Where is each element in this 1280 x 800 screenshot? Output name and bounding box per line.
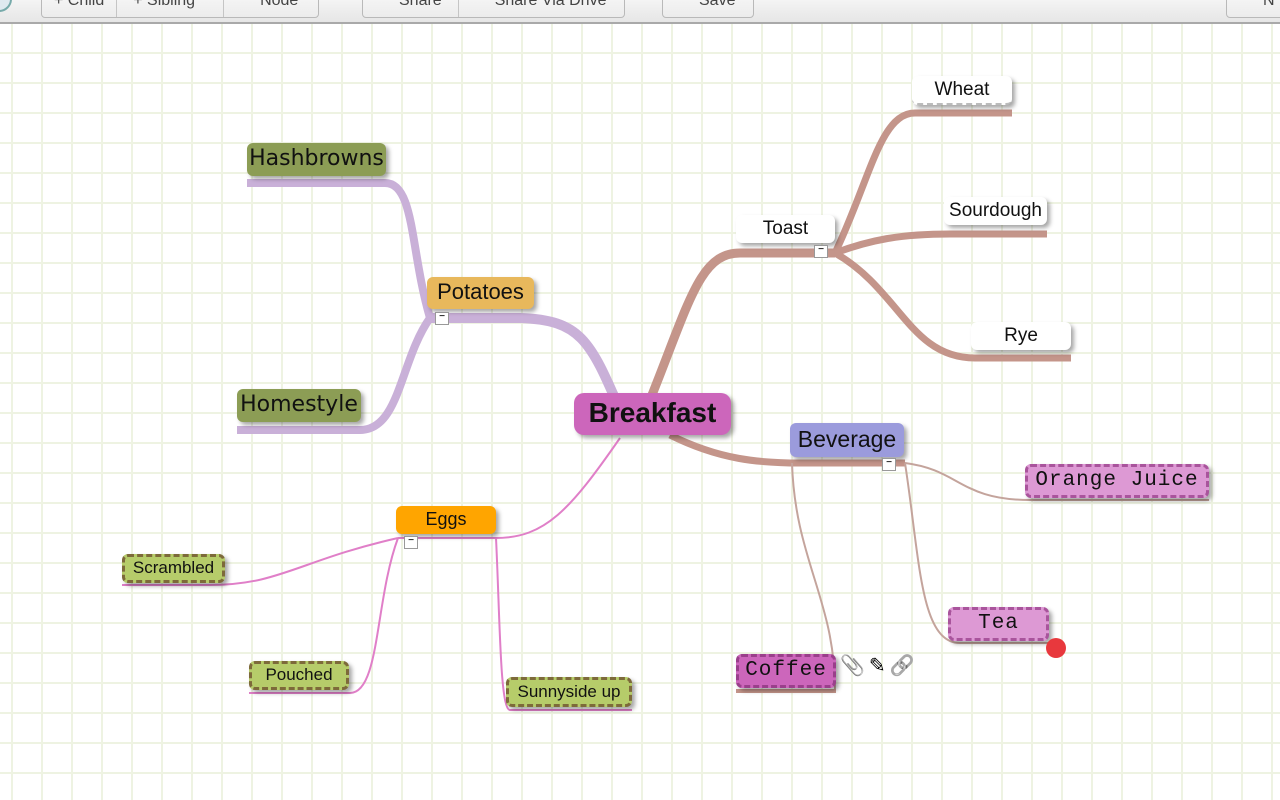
node-wheat[interactable]: Wheat (912, 76, 1012, 105)
node-potatoes[interactable]: Potatoes (427, 277, 534, 309)
coffee-underline (736, 689, 836, 693)
attachment-icon[interactable]: 📎 (840, 655, 865, 677)
node-sourdough[interactable]: Sourdough (944, 197, 1047, 225)
node-breakfast[interactable]: Breakfast (574, 393, 731, 435)
node-rye[interactable]: Rye (971, 322, 1071, 350)
connector-root-toast (645, 248, 835, 402)
node-eggs[interactable]: Eggs (396, 506, 496, 534)
node-sunnyside-up[interactable]: Sunnyside up (506, 677, 632, 707)
connector-potatoes-hashbrowns (247, 179, 434, 320)
wheat-underline (912, 110, 1012, 116)
node-orange-juice[interactable]: Orange Juice (1025, 464, 1209, 498)
edit-icon[interactable]: ✎ (869, 655, 886, 677)
node-action-icons: 📎 ✎ 🔗 (840, 655, 915, 677)
node-toast[interactable]: Toast (736, 215, 835, 243)
cursor-indicator (1046, 638, 1066, 658)
node-coffee[interactable]: Coffee (736, 654, 836, 688)
node-homestyle[interactable]: Homestyle (237, 389, 361, 422)
node-tea[interactable]: Tea (948, 607, 1049, 641)
node-beverage[interactable]: Beverage (790, 423, 904, 457)
collapse-beverage-toggle[interactable]: − (882, 458, 896, 471)
node-hashbrowns[interactable]: Hashbrowns (247, 143, 386, 176)
connector-toast-sourdough (833, 230, 1047, 257)
link-icon[interactable]: 🔗 (890, 655, 915, 677)
node-pouched[interactable]: Pouched (249, 661, 349, 690)
collapse-eggs-toggle[interactable]: − (404, 536, 418, 549)
collapse-potatoes-toggle[interactable]: − (435, 312, 449, 325)
collapse-toast-toggle[interactable]: − (814, 245, 828, 258)
node-scrambled[interactable]: Scrambled (122, 554, 225, 583)
